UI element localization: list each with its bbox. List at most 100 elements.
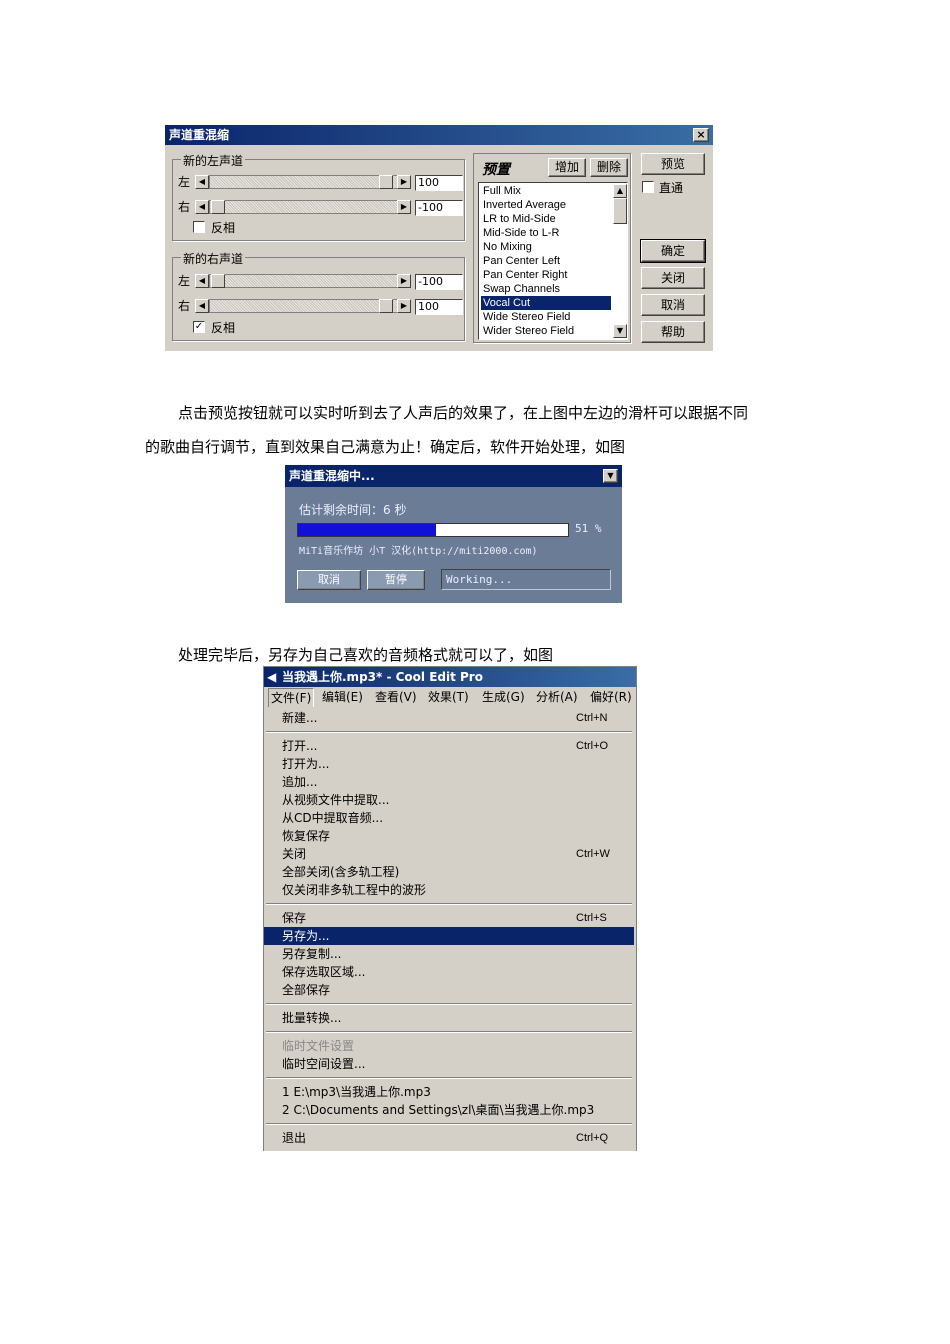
arrow-right-icon: ▶ xyxy=(400,276,408,285)
help-button[interactable]: 帮助 xyxy=(641,321,705,343)
menu-item[interactable]: 另存复制... xyxy=(264,945,634,963)
slider-thumb[interactable] xyxy=(379,175,393,189)
progress-bar xyxy=(297,523,569,537)
scroll-right-button[interactable]: ▶ xyxy=(397,200,411,214)
menu-item[interactable]: 批量转换... xyxy=(264,1009,634,1027)
menu-item[interactable]: 关闭 Ctrl+W xyxy=(264,845,634,863)
menu-item[interactable]: 仅关闭非多轨工程中的波形 xyxy=(264,881,634,899)
preset-item[interactable]: Wider Stereo Field xyxy=(481,324,611,338)
menu-item[interactable]: 打开为... xyxy=(264,755,634,773)
menu-item[interactable]: 打开... Ctrl+O xyxy=(264,737,634,755)
arrow-right-icon: ▶ xyxy=(400,202,408,211)
new-left-channel-group: 新的左声道 左 ◀ ▶ 100 右 ◀ ▶ -100 反相 xyxy=(172,152,465,241)
preset-item[interactable]: Full Mix xyxy=(481,184,611,198)
preview-button[interactable]: 预览 xyxy=(641,153,705,175)
slider-track[interactable] xyxy=(209,175,399,189)
dropdown-button[interactable]: ▼ xyxy=(603,469,618,483)
slider-thumb[interactable] xyxy=(379,299,393,313)
invert-label: 反相 xyxy=(211,321,236,335)
menubar-item[interactable]: 文件(F) xyxy=(268,688,315,708)
menu-item[interactable]: 保存选取区域... xyxy=(264,963,634,981)
scroll-left-button[interactable]: ◀ xyxy=(195,299,209,313)
newright-invert-checkbox[interactable]: ✓ xyxy=(193,321,205,333)
close-dialog-button[interactable]: 关闭 xyxy=(641,267,705,289)
slider-track[interactable] xyxy=(209,200,399,214)
dialog-title: 声道重混缩 xyxy=(165,125,713,145)
menubar-item[interactable]: 查看(V) xyxy=(375,687,417,707)
menu-item-label: 追加... xyxy=(282,775,318,789)
menu-separator xyxy=(266,1031,632,1033)
menu-item-label: 仅关闭非多轨工程中的波形 xyxy=(282,883,427,897)
newleft-right-value[interactable]: -100 xyxy=(415,200,463,216)
progress-fill xyxy=(298,524,436,536)
menu-item[interactable]: 2 C:\Documents and Settings\zl\桌面\当我遇上你.… xyxy=(264,1101,634,1119)
menu-item[interactable]: 1 E:\mp3\当我遇上你.mp3 xyxy=(264,1083,634,1101)
menu-item[interactable]: 临时空间设置... xyxy=(264,1055,634,1073)
scroll-left-button[interactable]: ◀ xyxy=(195,200,209,214)
menu-item-label: 全部保存 xyxy=(282,983,331,997)
scroll-left-button[interactable]: ◀ xyxy=(195,175,209,189)
preset-list[interactable]: Full Mix Inverted Average LR to Mid-Side Mi… xyxy=(478,182,628,340)
menu-item-label: 2 C:\Documents and Settings\zl\桌面\当我遇上你.… xyxy=(282,1103,595,1117)
menu-item-label: 关闭 xyxy=(282,847,307,861)
group-label: 新的右声道 xyxy=(181,250,246,267)
menu-item[interactable]: 全部保存 xyxy=(264,981,634,999)
invert-label: 反相 xyxy=(211,221,236,235)
menubar-item[interactable]: 分析(A) xyxy=(536,687,578,707)
menu-item[interactable]: 追加... xyxy=(264,773,634,791)
menu-item[interactable]: 另存为... xyxy=(264,927,634,945)
scroll-right-button[interactable]: ▶ xyxy=(397,274,411,288)
menu-separator xyxy=(266,731,632,733)
ok-button[interactable]: 确定 xyxy=(640,239,706,263)
menu-item[interactable]: 恢复保存 xyxy=(264,827,634,845)
menu-item[interactable]: 从视频文件中提取... xyxy=(264,791,634,809)
newleft-invert-checkbox[interactable] xyxy=(193,221,205,233)
preset-item[interactable]: No Mixing xyxy=(481,240,611,254)
title-text: 当我遇上你.mp3* - Cool Edit Pro xyxy=(282,670,483,684)
bypass-checkbox[interactable] xyxy=(642,181,654,193)
delete-preset-button[interactable]: 删除 xyxy=(590,158,628,177)
newright-right-value[interactable]: 100 xyxy=(415,299,463,315)
scroll-right-button[interactable]: ▶ xyxy=(397,175,411,189)
slider-track[interactable] xyxy=(209,274,399,288)
menu-item[interactable]: 从CD中提取音频... xyxy=(264,809,634,827)
menubar-item[interactable]: 编辑(E) xyxy=(322,687,363,707)
title-text: 声道重混缩中... xyxy=(289,469,375,483)
preset-item[interactable]: Mid-Side to L-R xyxy=(481,226,611,240)
newleft-left-value[interactable]: 100 xyxy=(415,175,463,191)
arrow-right-icon: ▶ xyxy=(400,301,408,310)
scroll-right-button[interactable]: ▶ xyxy=(397,299,411,313)
app-icon: ◀ xyxy=(267,670,277,684)
menubar-item[interactable]: 效果(T) xyxy=(428,687,469,707)
close-button[interactable]: × xyxy=(693,128,709,142)
preset-item[interactable]: Inverted Average xyxy=(481,198,611,212)
menu-item[interactable]: 保存 Ctrl+S xyxy=(264,909,634,927)
slider-track[interactable] xyxy=(209,299,399,313)
menubar-item[interactable]: 生成(G) xyxy=(482,687,525,707)
menu-item[interactable]: 退出 Ctrl+Q xyxy=(264,1129,634,1147)
scroll-left-button[interactable]: ◀ xyxy=(195,274,209,288)
preset-item[interactable]: Vocal Cut xyxy=(481,296,611,310)
list-scroll-down-button[interactable]: ▼ xyxy=(613,324,627,338)
preset-item[interactable]: Swap Channels xyxy=(481,282,611,296)
menu-item[interactable]: 全部关闭(含多轨工程) xyxy=(264,863,634,881)
cancel-button[interactable]: 取消 xyxy=(297,570,361,590)
list-scroll-thumb[interactable] xyxy=(613,198,627,224)
menubar: 文件(F) 编辑(E) 查看(V) 效果(T) 生成(G) 分析(A) 偏好(R) xyxy=(264,687,636,708)
list-scroll-up-button[interactable]: ▲ xyxy=(613,184,627,198)
newright-left-value[interactable]: -100 xyxy=(415,274,463,290)
preset-item[interactable]: Pan Center Right xyxy=(481,268,611,282)
slider-thumb[interactable] xyxy=(211,274,225,288)
menu-item-label: 保存 xyxy=(282,911,307,925)
preset-item[interactable]: Wide Stereo Field xyxy=(481,310,611,324)
menu-item-label: 临时空间设置... xyxy=(282,1057,366,1071)
menubar-item[interactable]: 偏好(R) xyxy=(590,687,632,707)
preset-item[interactable]: LR to Mid-Side xyxy=(481,212,611,226)
cancel-button[interactable]: 取消 xyxy=(641,294,705,316)
add-preset-button[interactable]: 增加 xyxy=(548,158,586,177)
menu-item[interactable]: 新建... Ctrl+N xyxy=(264,709,634,727)
slider-thumb[interactable] xyxy=(211,200,225,214)
pause-button[interactable]: 暂停 xyxy=(367,570,425,590)
preset-item[interactable]: Pan Center Left xyxy=(481,254,611,268)
menu-item-label: 全部关闭(含多轨工程) xyxy=(282,865,400,879)
